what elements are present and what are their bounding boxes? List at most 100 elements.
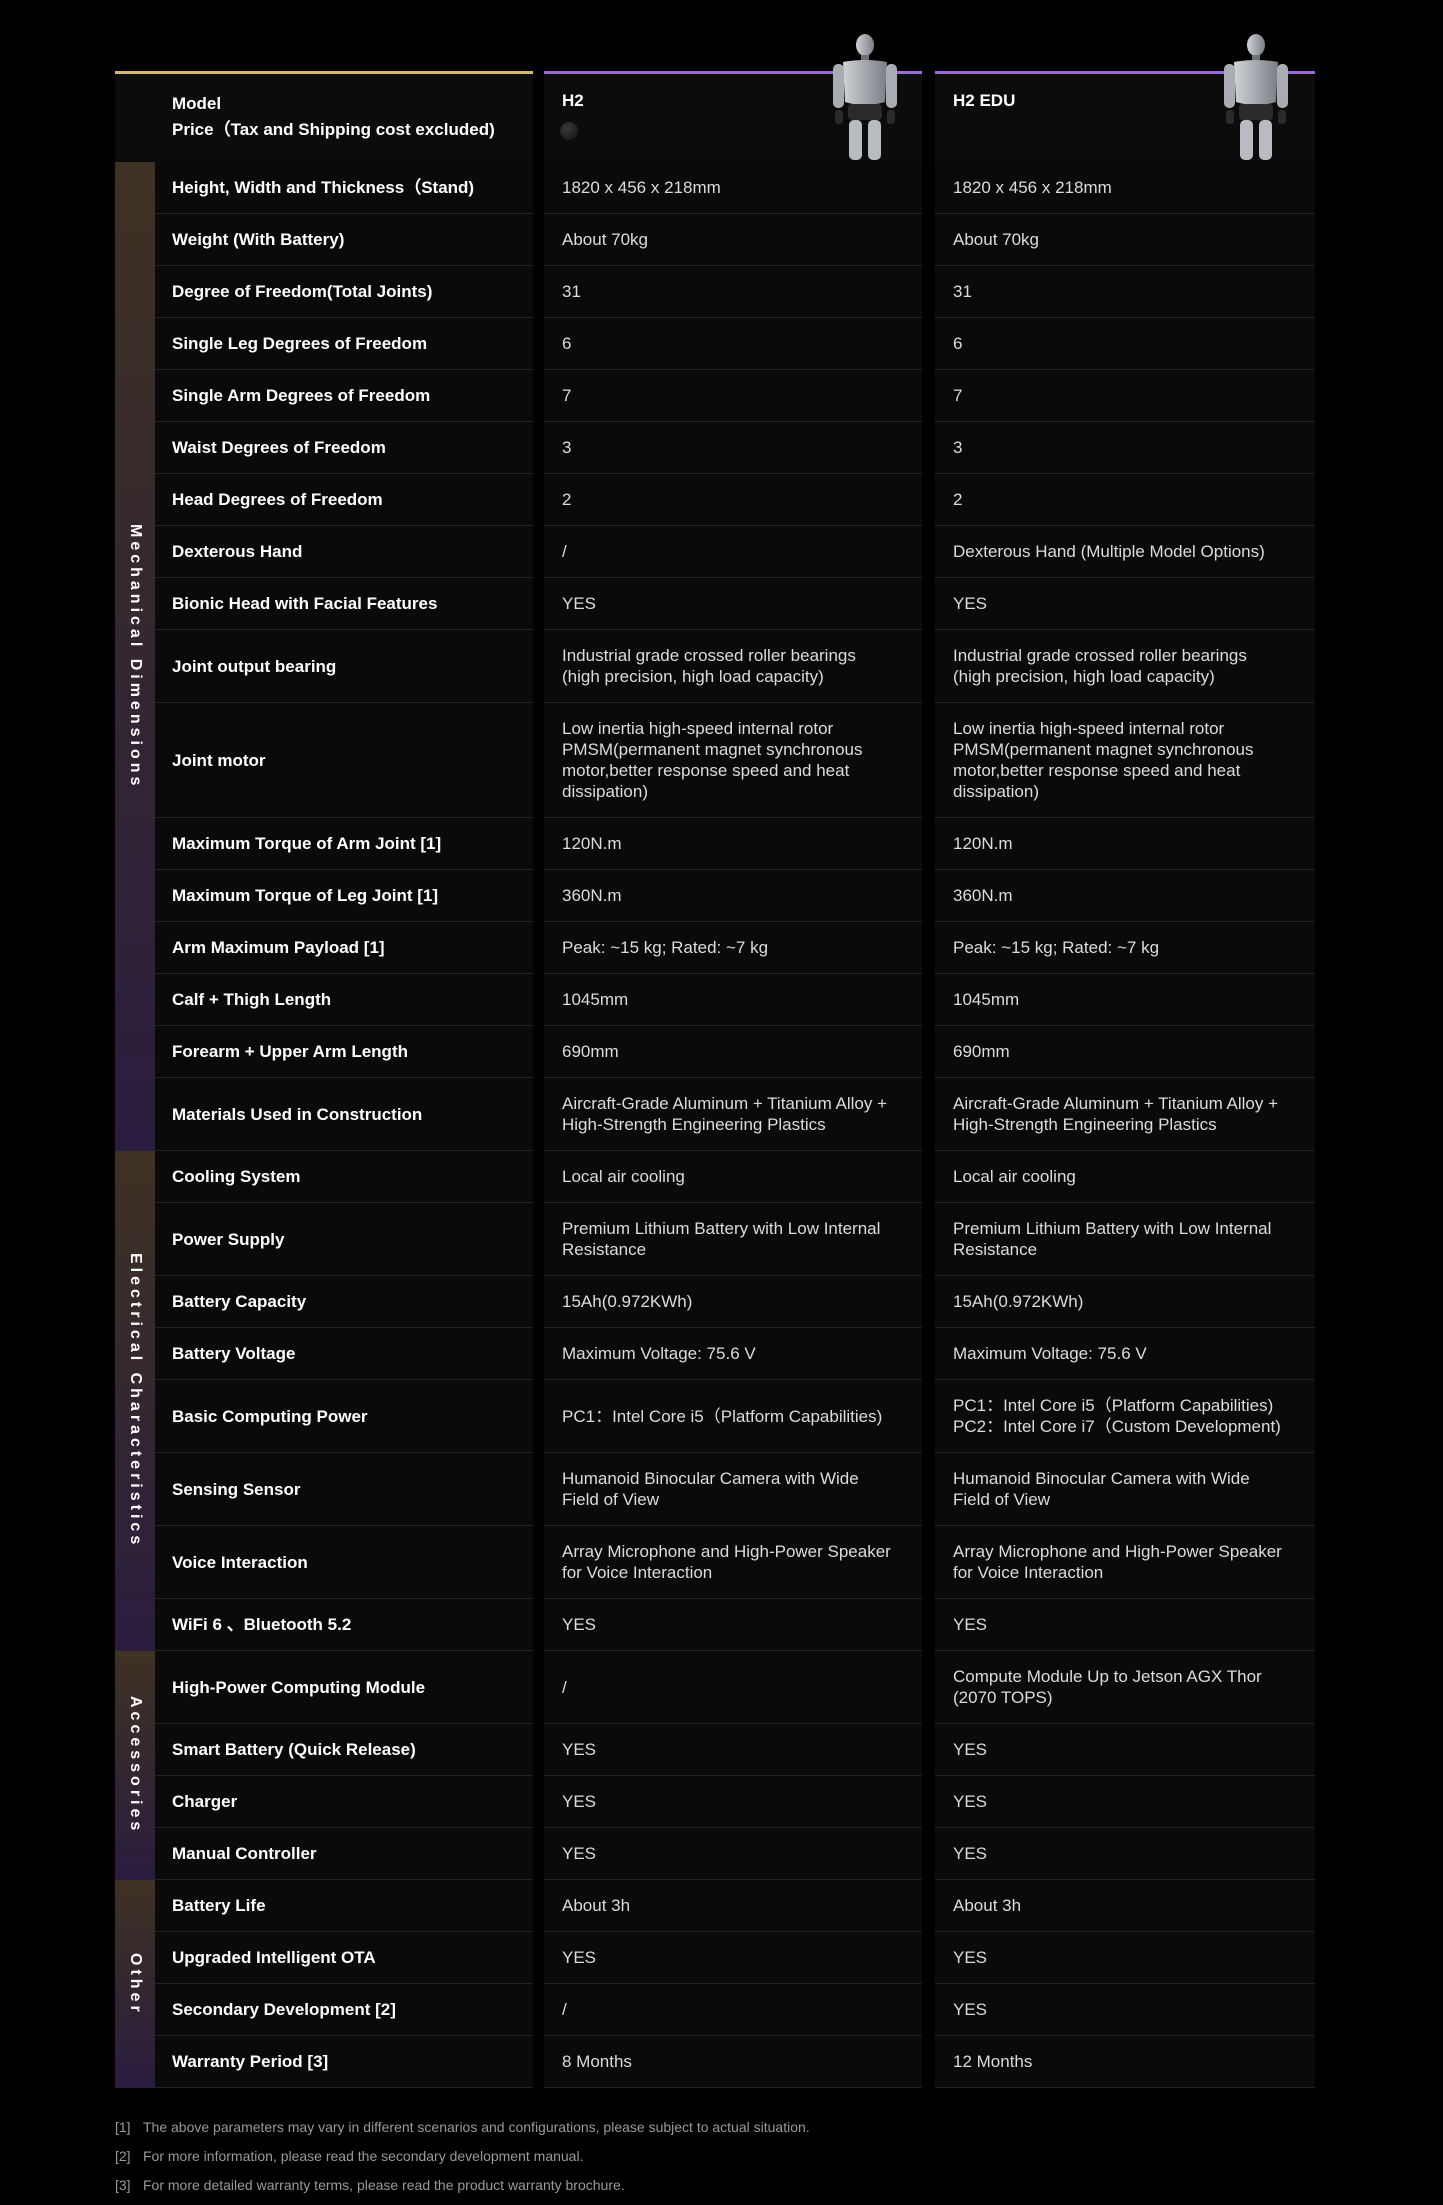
model-name: H2 xyxy=(562,91,584,110)
spec-value-h2: 690mm xyxy=(544,1026,922,1078)
table-row: Forearm + Upper Arm Length 690mm 690mm xyxy=(115,1026,1315,1078)
spec-value-h2: YES xyxy=(544,1828,922,1880)
spec-value-h2-edu: YES xyxy=(935,1724,1315,1776)
table-row: Dexterous Hand / Dexterous Hand (Multiple … xyxy=(115,526,1315,578)
spec-value-h2: About 3h xyxy=(544,1880,922,1932)
spec-value-h2: / xyxy=(544,1984,922,2036)
spec-label: Calf + Thigh Length xyxy=(155,974,533,1026)
spec-label: Battery Capacity xyxy=(155,1276,533,1328)
header-price-label: Price（Tax and Shipping cost excluded) xyxy=(172,120,495,139)
spec-value-h2-edu: PC1：Intel Core i5（Platform Capabilities)… xyxy=(935,1380,1315,1453)
spec-value-h2-edu: Premium Lithium Battery with Low Interna… xyxy=(935,1203,1315,1276)
spec-value-h2: PC1：Intel Core i5（Platform Capabilities) xyxy=(544,1380,922,1453)
spec-value-h2: YES xyxy=(544,1724,922,1776)
spec-value-h2-edu: YES xyxy=(935,1828,1315,1880)
spec-label: Dexterous Hand xyxy=(155,526,533,578)
model-name: H2 EDU xyxy=(953,91,1016,110)
table-row: Charger YES YES xyxy=(115,1776,1315,1828)
spec-value-h2: 6 xyxy=(544,318,922,370)
spec-value-h2: 31 xyxy=(544,266,922,318)
spec-value-h2-edu: YES xyxy=(935,1776,1315,1828)
spec-label: Secondary Development [2] xyxy=(155,1984,533,2036)
table-row: Waist Degrees of Freedom 3 3 xyxy=(115,422,1315,474)
spec-value-h2: 8 Months xyxy=(544,2036,922,2088)
group-label: Electrical Characteristics xyxy=(127,1253,144,1549)
table-row: WiFi 6 、Bluetooth 5.2 YES YES xyxy=(115,1599,1315,1651)
spec-value-h2-edu: 120N.m xyxy=(935,818,1315,870)
group-label-bar: Electrical Characteristics xyxy=(115,1151,155,1651)
spec-value-h2-edu: 2 xyxy=(935,474,1315,526)
spec-label: Basic Computing Power xyxy=(155,1380,533,1453)
spec-value-h2: Maximum Voltage: 75.6 V xyxy=(544,1328,922,1380)
spec-label: Waist Degrees of Freedom xyxy=(155,422,533,474)
spec-label: Joint output bearing xyxy=(155,630,533,703)
spec-value-h2-edu: 12 Months xyxy=(935,2036,1315,2088)
spec-label: Maximum Torque of Arm Joint [1] xyxy=(155,818,533,870)
spec-value-h2-edu: YES xyxy=(935,1932,1315,1984)
spec-value-h2: Humanoid Binocular Camera with Wide Fiel… xyxy=(544,1453,922,1526)
spec-label: High-Power Computing Module xyxy=(155,1651,533,1724)
spec-label: Weight (With Battery) xyxy=(155,214,533,266)
spec-value-h2: YES xyxy=(544,1599,922,1651)
table-row: Materials Used in Construction Aircraft-G… xyxy=(115,1078,1315,1151)
spec-value-h2-edu: Local air cooling xyxy=(935,1151,1315,1203)
table-row: Smart Battery (Quick Release) YES YES xyxy=(115,1724,1315,1776)
spec-label: Head Degrees of Freedom xyxy=(155,474,533,526)
table-row: Secondary Development [2] / YES xyxy=(115,1984,1315,2036)
spec-value-h2: Low inertia high-speed internal rotor PM… xyxy=(544,703,922,818)
table-row: Battery Life About 3h About 3h xyxy=(115,1880,1315,1932)
group-label: Mechanical Dimensions xyxy=(127,523,144,790)
spec-label: Battery Voltage xyxy=(155,1328,533,1380)
spec-label: Battery Life xyxy=(155,1880,533,1932)
spec-value-h2-edu: 6 xyxy=(935,318,1315,370)
table-row: Manual Controller YES YES xyxy=(115,1828,1315,1880)
spec-value-h2-edu: YES xyxy=(935,1599,1315,1651)
spec-value-h2-edu: Low inertia high-speed internal rotor PM… xyxy=(935,703,1315,818)
table-row: Warranty Period [3] 8 Months 12 Months xyxy=(115,2036,1315,2088)
spec-value-h2: / xyxy=(544,1651,922,1724)
spec-label: Upgraded Intelligent OTA xyxy=(155,1932,533,1984)
spec-value-h2-edu: 360N.m xyxy=(935,870,1315,922)
spec-value-h2-edu: 1820 x 456 x 218mm xyxy=(935,162,1315,214)
table-row: Cooling System Local air cooling Local air… xyxy=(115,1151,1315,1203)
spec-value-h2-edu: Industrial grade crossed roller bearings… xyxy=(935,630,1315,703)
spec-value-h2: YES xyxy=(544,578,922,630)
table-row: Calf + Thigh Length 1045mm 1045mm xyxy=(115,974,1315,1026)
header-model-label: Model xyxy=(172,94,222,113)
spec-label: Materials Used in Construction xyxy=(155,1078,533,1151)
table-row: Single Leg Degrees of Freedom 6 6 xyxy=(115,318,1315,370)
spec-value-h2: Aircraft-Grade Aluminum + Titanium Alloy… xyxy=(544,1078,922,1151)
spec-label: Bionic Head with Facial Features xyxy=(155,578,533,630)
header-label-cell: Model Price（Tax and Shipping cost exclud… xyxy=(115,71,533,166)
spec-value-h2-edu: Humanoid Binocular Camera with Wide Fiel… xyxy=(935,1453,1315,1526)
table-row: Sensing Sensor Humanoid Binocular Camera … xyxy=(115,1453,1315,1526)
spec-value-h2-edu: 15Ah(0.972KWh) xyxy=(935,1276,1315,1328)
spec-value-h2: 7 xyxy=(544,370,922,422)
footnote-mark: [2] xyxy=(115,2148,131,2164)
group-label: Accessories xyxy=(127,1696,144,1835)
footnote-text: For more detailed warranty terms, please… xyxy=(143,2177,625,2193)
table-row: High-Power Computing Module / Compute Modu… xyxy=(115,1651,1315,1724)
table-row: Joint output bearing Industrial grade cro… xyxy=(115,630,1315,703)
spec-value-h2: 3 xyxy=(544,422,922,474)
spec-value-h2: Peak: ~15 kg; Rated: ~7 kg xyxy=(544,922,922,974)
spec-value-h2: 15Ah(0.972KWh) xyxy=(544,1276,922,1328)
spec-value-h2-edu: YES xyxy=(935,1984,1315,2036)
table-row: Battery Capacity 15Ah(0.972KWh) 15Ah(0.972… xyxy=(115,1276,1315,1328)
table-row: Arm Maximum Payload [1] Peak: ~15 kg; Rat… xyxy=(115,922,1315,974)
table-row: Upgraded Intelligent OTA YES YES xyxy=(115,1932,1315,1984)
group-label-bar: Accessories xyxy=(115,1651,155,1880)
spec-value-h2-edu: 690mm xyxy=(935,1026,1315,1078)
footnote: [2] For more information, please read the… xyxy=(115,2146,810,2175)
table-row: Basic Computing Power PC1：Intel Core i5（P… xyxy=(115,1380,1315,1453)
spec-value-h2-edu: 3 xyxy=(935,422,1315,474)
spec-value-h2: About 70kg xyxy=(544,214,922,266)
spec-value-h2-edu: Aircraft-Grade Aluminum + Titanium Alloy… xyxy=(935,1078,1315,1151)
spec-label: Warranty Period [3] xyxy=(155,2036,533,2088)
spec-value-h2-edu: Compute Module Up to Jetson AGX Thor (20… xyxy=(935,1651,1315,1724)
spec-label: Joint motor xyxy=(155,703,533,818)
footnote-text: For more information, please read the se… xyxy=(143,2148,584,2164)
spec-value-h2-edu: Dexterous Hand (Multiple Model Options) xyxy=(935,526,1315,578)
table-row: Power Supply Premium Lithium Battery with… xyxy=(115,1203,1315,1276)
footnote: [3] For more detailed warranty terms, ple… xyxy=(115,2175,810,2204)
